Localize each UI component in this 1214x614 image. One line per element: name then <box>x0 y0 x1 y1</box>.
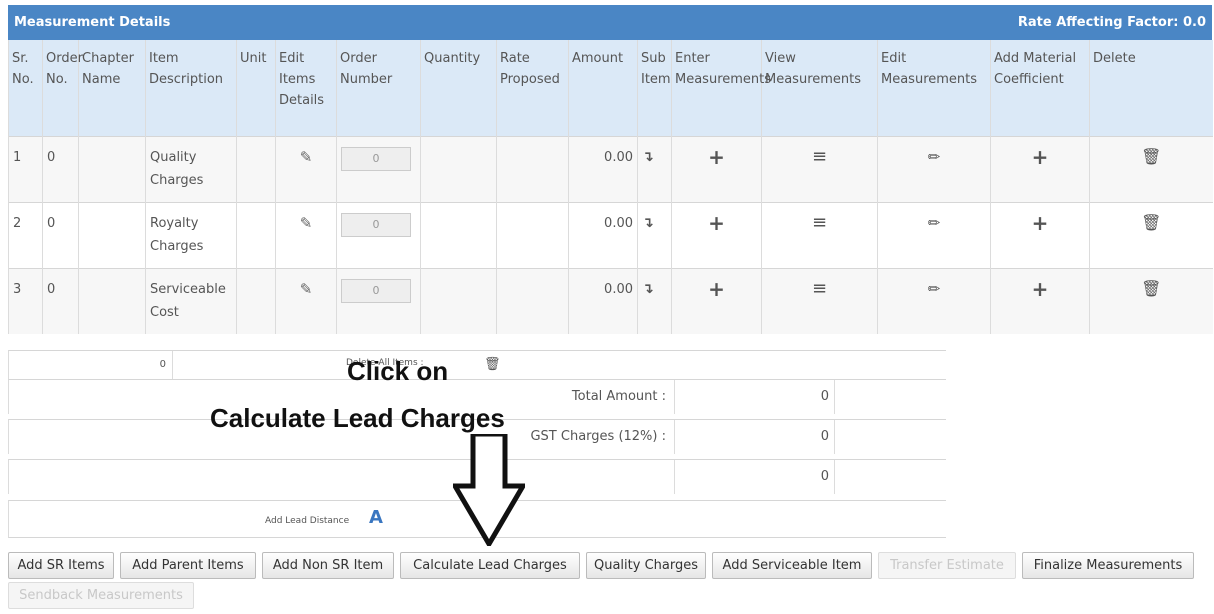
callout-line-1: Click on <box>347 356 449 386</box>
order-number-input[interactable]: 0 <box>341 212 411 237</box>
gst-charges-label: GST Charges (12%) : <box>530 429 666 444</box>
unit-cell <box>236 202 276 268</box>
item-description-cell: Royalty Charges <box>145 202 237 268</box>
add-parent-items-button[interactable]: Add Parent Items <box>120 552 256 579</box>
edit-icon[interactable]: ✎ <box>300 278 313 300</box>
total-amount-value: 0 <box>820 389 829 404</box>
list-icon[interactable]: ≡ <box>812 212 827 234</box>
callout-line-2: Calculate Lead Charges <box>210 403 505 433</box>
list-icon[interactable]: ≡ <box>812 146 827 168</box>
edit-icon[interactable]: ✎ <box>300 146 313 168</box>
sub-item-icon[interactable]: ↴ <box>642 146 654 168</box>
sub-item-icon[interactable]: ↴ <box>642 278 654 300</box>
unit-cell <box>236 136 276 202</box>
item-description-cell: Quality Charges <box>145 136 237 202</box>
col-enter-measurements: Enter Measurements <box>671 40 771 136</box>
col-edit-measurements: Edit Measurements <box>877 40 991 136</box>
rate-proposed-cell <box>496 136 569 202</box>
plus-icon[interactable]: + <box>708 278 725 300</box>
gst-charges-value: 0 <box>820 429 829 444</box>
chapter-name-cell <box>78 136 146 202</box>
panel-title: Measurement Details <box>14 15 171 30</box>
total-amount-label: Total Amount : <box>571 389 666 404</box>
panel-header: Measurement Details Rate Affecting Facto… <box>8 5 1212 40</box>
finalize-measurements-button[interactable]: Finalize Measurements <box>1022 552 1194 579</box>
pencil-icon[interactable]: ✏ <box>928 278 941 300</box>
col-add-material-coefficient: Add Material Coefficient <box>990 40 1090 136</box>
plus-icon[interactable]: + <box>1032 146 1049 168</box>
rate-affecting-factor: Rate Affecting Factor: 0.0 <box>1017 15 1206 30</box>
col-quantity: Quantity <box>420 40 497 136</box>
order-no-cell: 0 <box>42 268 79 334</box>
road-icon[interactable]: A <box>369 507 383 528</box>
down-arrow-icon <box>453 434 525 546</box>
sendback-measurements-button[interactable]: Sendback Measurements <box>8 582 194 609</box>
amount-cell: 0.00 <box>568 136 638 202</box>
quantity-cell <box>420 136 497 202</box>
plus-icon[interactable]: + <box>708 212 725 234</box>
table-row: 3 0 Serviceable Cost ✎ 0 0.00 ↴ + ≡ ✏ + 🗑 <box>8 268 1213 334</box>
col-delete: Delete <box>1089 40 1213 136</box>
col-order-no: Order No. <box>42 40 83 136</box>
trash-icon[interactable]: 🗑 <box>1141 212 1161 234</box>
table-row: 2 0 Royalty Charges ✎ 0 0.00 ↴ + ≡ ✏ + 🗑 <box>8 202 1213 268</box>
table-header-row: Sr. No. Order No. Chapter Name Item Desc… <box>8 40 1213 136</box>
trash-icon[interactable]: 🗑 <box>1141 278 1161 300</box>
calculate-lead-charges-button[interactable]: Calculate Lead Charges <box>400 552 580 579</box>
chapter-name-cell <box>78 268 146 334</box>
order-number-input[interactable]: 0 <box>341 278 411 303</box>
sub-item-icon[interactable]: ↴ <box>642 212 654 234</box>
rate-proposed-cell <box>496 268 569 334</box>
col-edit-items: Edit Items Details <box>275 40 337 136</box>
col-sub-item: Sub Item <box>637 40 672 136</box>
order-number-input[interactable]: 0 <box>341 146 411 171</box>
quantity-cell <box>420 268 497 334</box>
list-icon[interactable]: ≡ <box>812 278 827 300</box>
sr-no-cell: 2 <box>8 202 43 268</box>
quality-charges-button[interactable]: Quality Charges <box>586 552 706 579</box>
edit-icon[interactable]: ✎ <box>300 212 313 234</box>
table-row: 1 0 Quality Charges ✎ 0 0.00 ↴ + ≡ ✏ + 🗑 <box>8 136 1213 202</box>
add-non-sr-item-button[interactable]: Add Non SR Item <box>262 552 394 579</box>
col-rate-proposed: Rate Proposed <box>496 40 569 136</box>
order-no-cell: 0 <box>42 136 79 202</box>
add-sr-items-button[interactable]: Add SR Items <box>8 552 114 579</box>
col-amount: Amount <box>568 40 638 136</box>
item-count: 0 <box>159 359 166 370</box>
trash-icon[interactable]: 🗑 <box>1141 146 1161 168</box>
quantity-cell <box>420 202 497 268</box>
col-view-measurements: View Measurements <box>761 40 878 136</box>
sr-no-cell: 1 <box>8 136 43 202</box>
amount-cell: 0.00 <box>568 202 638 268</box>
measurement-table: Sr. No. Order No. Chapter Name Item Desc… <box>8 40 1213 334</box>
plus-icon[interactable]: + <box>708 146 725 168</box>
amount-cell: 0.00 <box>568 268 638 334</box>
sr-no-cell: 3 <box>8 268 43 334</box>
pencil-icon[interactable]: ✏ <box>928 212 941 234</box>
chapter-name-cell <box>78 202 146 268</box>
plus-icon[interactable]: + <box>1032 278 1049 300</box>
col-order-number: Order Number <box>336 40 421 136</box>
delete-all-row: 0 Delete All Items : 🗑 <box>8 350 946 379</box>
add-lead-distance-label: Add Lead Distance <box>265 516 350 526</box>
item-description-cell: Serviceable Cost <box>145 268 237 334</box>
col-sr-no: Sr. No. <box>8 40 43 136</box>
rate-proposed-cell <box>496 202 569 268</box>
transfer-estimate-button[interactable]: Transfer Estimate <box>878 552 1016 579</box>
delete-all-trash-icon[interactable]: 🗑 <box>484 354 501 376</box>
plus-icon[interactable]: + <box>1032 212 1049 234</box>
add-serviceable-item-button[interactable]: Add Serviceable Item <box>712 552 872 579</box>
col-unit: Unit <box>236 40 276 136</box>
grand-total-value: 0 <box>820 469 829 484</box>
pencil-icon[interactable]: ✏ <box>928 146 941 168</box>
col-chapter-name: Chapter Name <box>78 40 146 136</box>
col-item-description: Item Description <box>145 40 237 136</box>
unit-cell <box>236 268 276 334</box>
order-no-cell: 0 <box>42 202 79 268</box>
